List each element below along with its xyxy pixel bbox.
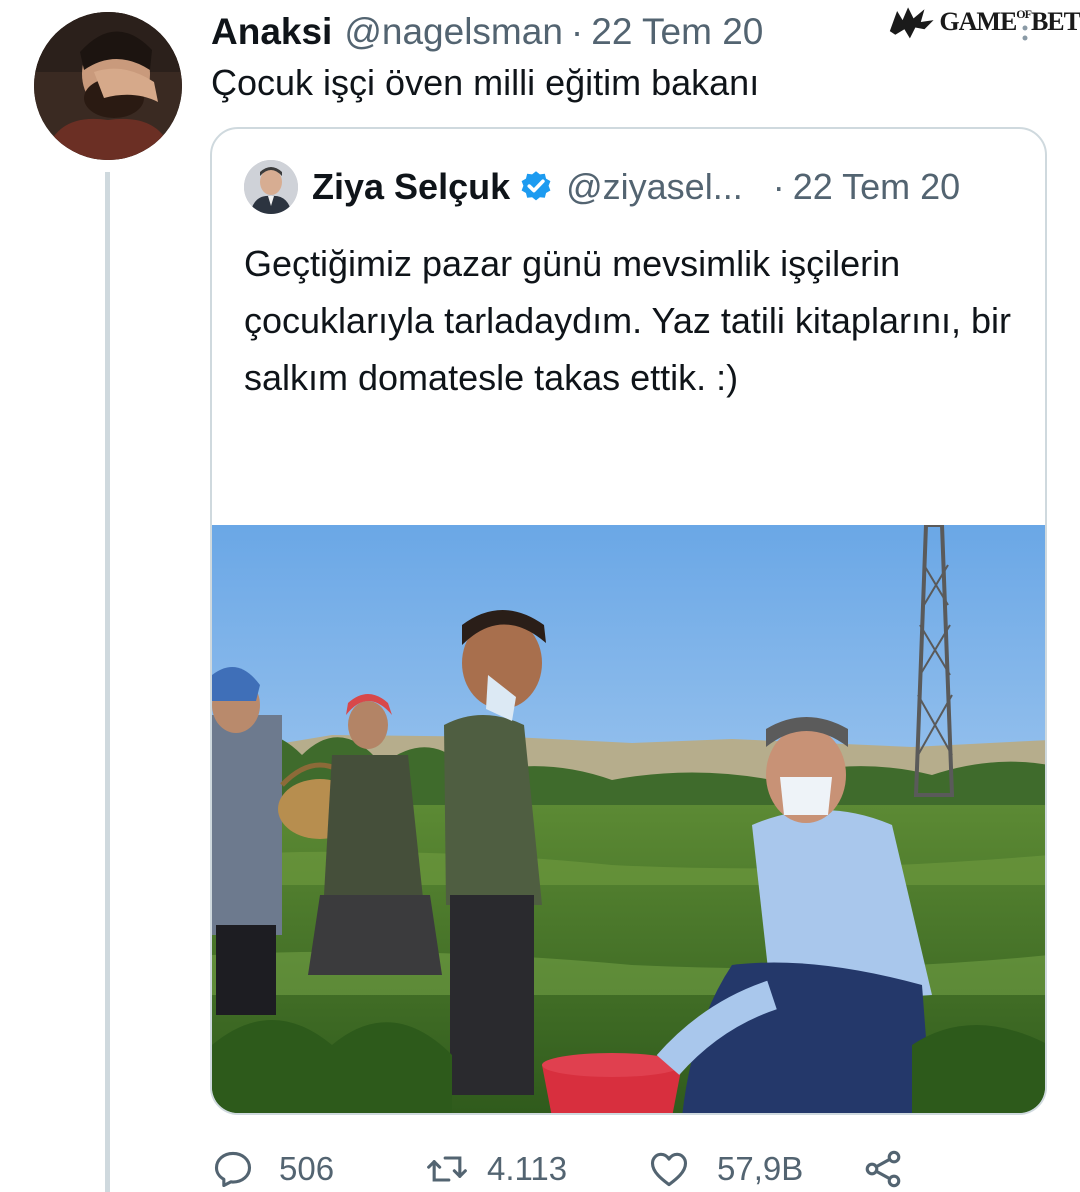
reply-button[interactable]: 506 bbox=[211, 1138, 334, 1192]
reply-count: 506 bbox=[279, 1150, 335, 1187]
share-icon bbox=[865, 1150, 901, 1188]
more-options-icon[interactable] bbox=[1010, 24, 1040, 48]
tweet-actions: 506 4.113 57,9B bbox=[211, 1138, 931, 1192]
quoted-tweet-photo[interactable] bbox=[212, 525, 1047, 1115]
like-icon bbox=[650, 1152, 688, 1187]
quoted-tweet-card[interactable]: Ziya Selçuk @ziyasel... · 22 Tem 20 Geçt… bbox=[210, 127, 1047, 1115]
quoted-tweet-header: Ziya Selçuk @ziyasel... · 22 Tem 20 bbox=[244, 157, 960, 217]
tweet-header: Anaksi @nagelsman · 22 Tem 20 bbox=[211, 10, 763, 54]
retweet-icon bbox=[427, 1156, 467, 1182]
quoted-tweet-timestamp[interactable]: 22 Tem 20 bbox=[793, 166, 960, 208]
retweet-count: 4.113 bbox=[487, 1150, 568, 1187]
like-count: 57,9B bbox=[717, 1150, 804, 1187]
quoted-tweet-text: Geçtiğimiz pazar günü mevsimlik işçileri… bbox=[244, 243, 1011, 398]
quoted-author-handle[interactable]: @ziyasel... bbox=[566, 166, 743, 208]
thread-line bbox=[105, 172, 110, 1192]
retweet-button[interactable]: 4.113 bbox=[425, 1138, 567, 1192]
quoted-author-display-name[interactable]: Ziya Selçuk bbox=[312, 166, 510, 208]
separator-dot: · bbox=[570, 11, 584, 52]
tweet-text: Çocuk işçi öven milli eğitim bakanı bbox=[211, 62, 760, 103]
quoted-separator-dot: · bbox=[772, 166, 785, 207]
like-button[interactable]: 57,9B bbox=[647, 1138, 803, 1192]
share-button[interactable] bbox=[861, 1138, 905, 1192]
verified-badge-icon bbox=[521, 171, 551, 201]
author-handle[interactable]: @nagelsman bbox=[344, 11, 563, 53]
watermark-logo: GAMEOFBET bbox=[888, 0, 1080, 44]
tweet-timestamp[interactable]: 22 Tem 20 bbox=[591, 11, 763, 53]
wolf-logo-icon bbox=[889, 7, 934, 39]
quoted-author-avatar bbox=[244, 160, 298, 214]
author-display-name[interactable]: Anaksi bbox=[211, 11, 332, 53]
author-avatar[interactable] bbox=[34, 12, 182, 160]
reply-icon bbox=[214, 1151, 252, 1188]
